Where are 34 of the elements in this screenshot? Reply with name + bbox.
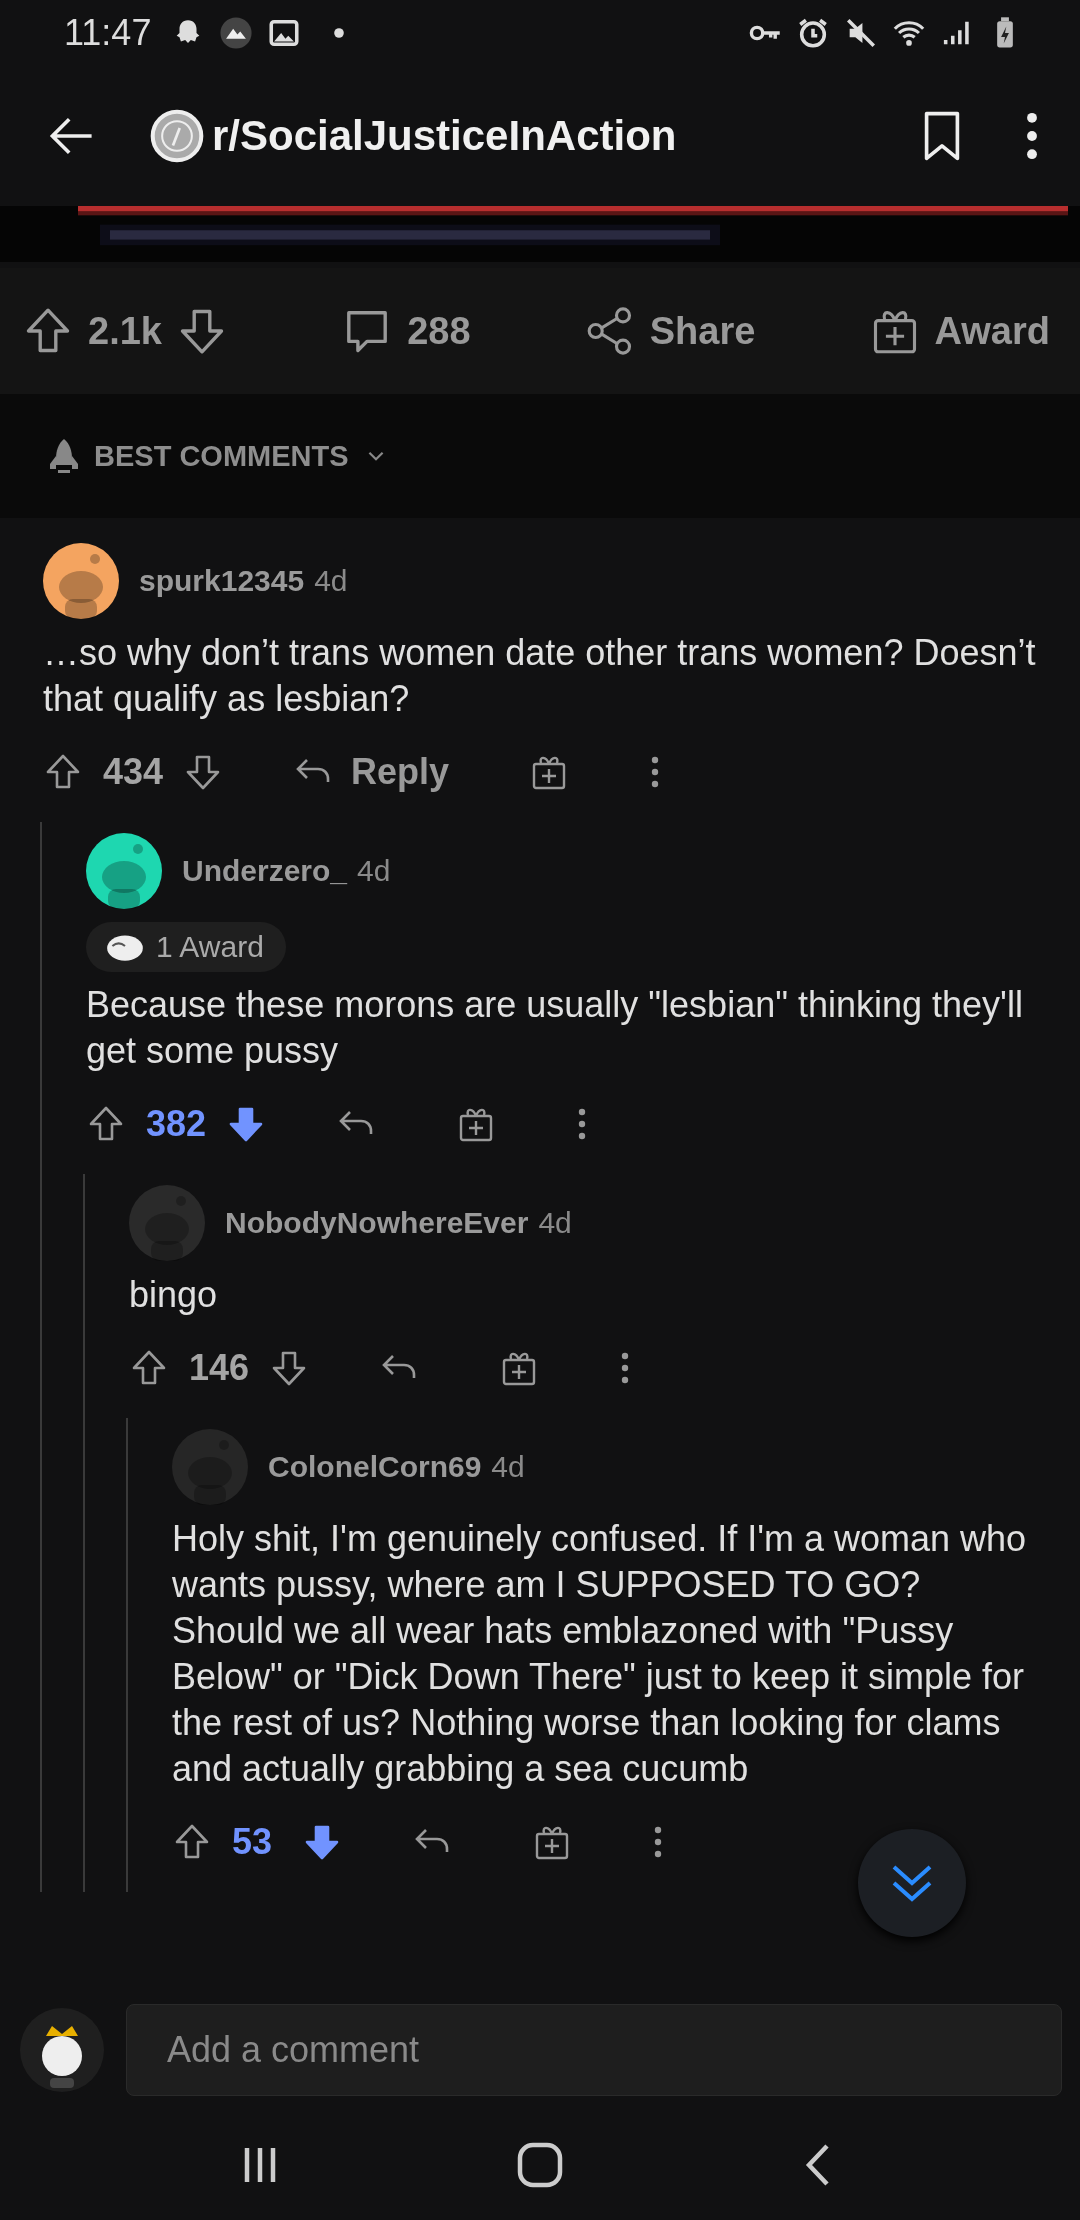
comment-text: Because these morons are usually "lesbian" thinking they'll get some pussy xyxy=(86,983,1024,1073)
comment-text: bingo xyxy=(129,1273,219,1317)
vote-score: 146 xyxy=(189,1347,250,1389)
comment-text: …so why don’t trans women date other trans women? Doesn’t that qualify as lesbian? xyxy=(43,631,1037,721)
dot-icon xyxy=(333,27,346,39)
vote-score: 2.1k xyxy=(88,309,162,353)
vote-score: 434 xyxy=(103,751,164,793)
home-icon[interactable] xyxy=(515,2140,565,2190)
share-button[interactable]: Share xyxy=(583,305,756,357)
comment-input[interactable]: Add a comment xyxy=(126,2004,1062,2096)
comment-age: 4d xyxy=(357,854,391,888)
avatar[interactable] xyxy=(20,2008,104,2092)
subreddit-name[interactable]: r/SocialJusticeInAction xyxy=(212,112,677,160)
comment-count: 288 xyxy=(407,309,471,353)
username[interactable]: NobodyNowhereEver xyxy=(225,1206,529,1240)
comment-age: 4d xyxy=(538,1206,572,1240)
mountain-icon xyxy=(219,16,254,50)
username[interactable]: spurk12345 xyxy=(139,564,305,598)
vote-score: 53 xyxy=(232,1821,274,1863)
award-button[interactable]: Award xyxy=(868,305,1050,357)
award-chip[interactable]: 1 Award xyxy=(86,922,286,972)
sort-label[interactable]: BEST COMMENTS xyxy=(94,439,349,473)
comment-text: Holy shit, I'm genuinely confused. If I'm a woman who wants pussy, where am I SUPPOSED TO GO? Should we all wear hats emblazoned with "Pussy Below" or "Dick Down There" just to keep it simple for the rest of us? Nothing worse than looking for clams and actually grabbing a sea cucumb xyxy=(172,1517,1028,1791)
username[interactable]: ColonelCorn69 xyxy=(268,1450,482,1484)
username[interactable]: Underzero_ xyxy=(182,854,348,888)
clock-time: 11:47 xyxy=(64,12,152,54)
avatar[interactable] xyxy=(43,543,119,619)
subreddit-icon xyxy=(150,109,204,163)
mute-icon xyxy=(844,16,878,50)
reply-button[interactable]: Reply xyxy=(293,751,450,793)
vote-score: 382 xyxy=(146,1103,207,1145)
avatar[interactable] xyxy=(86,833,162,909)
comment-age: 4d xyxy=(314,564,348,598)
comment-age: 4d xyxy=(491,1450,525,1484)
